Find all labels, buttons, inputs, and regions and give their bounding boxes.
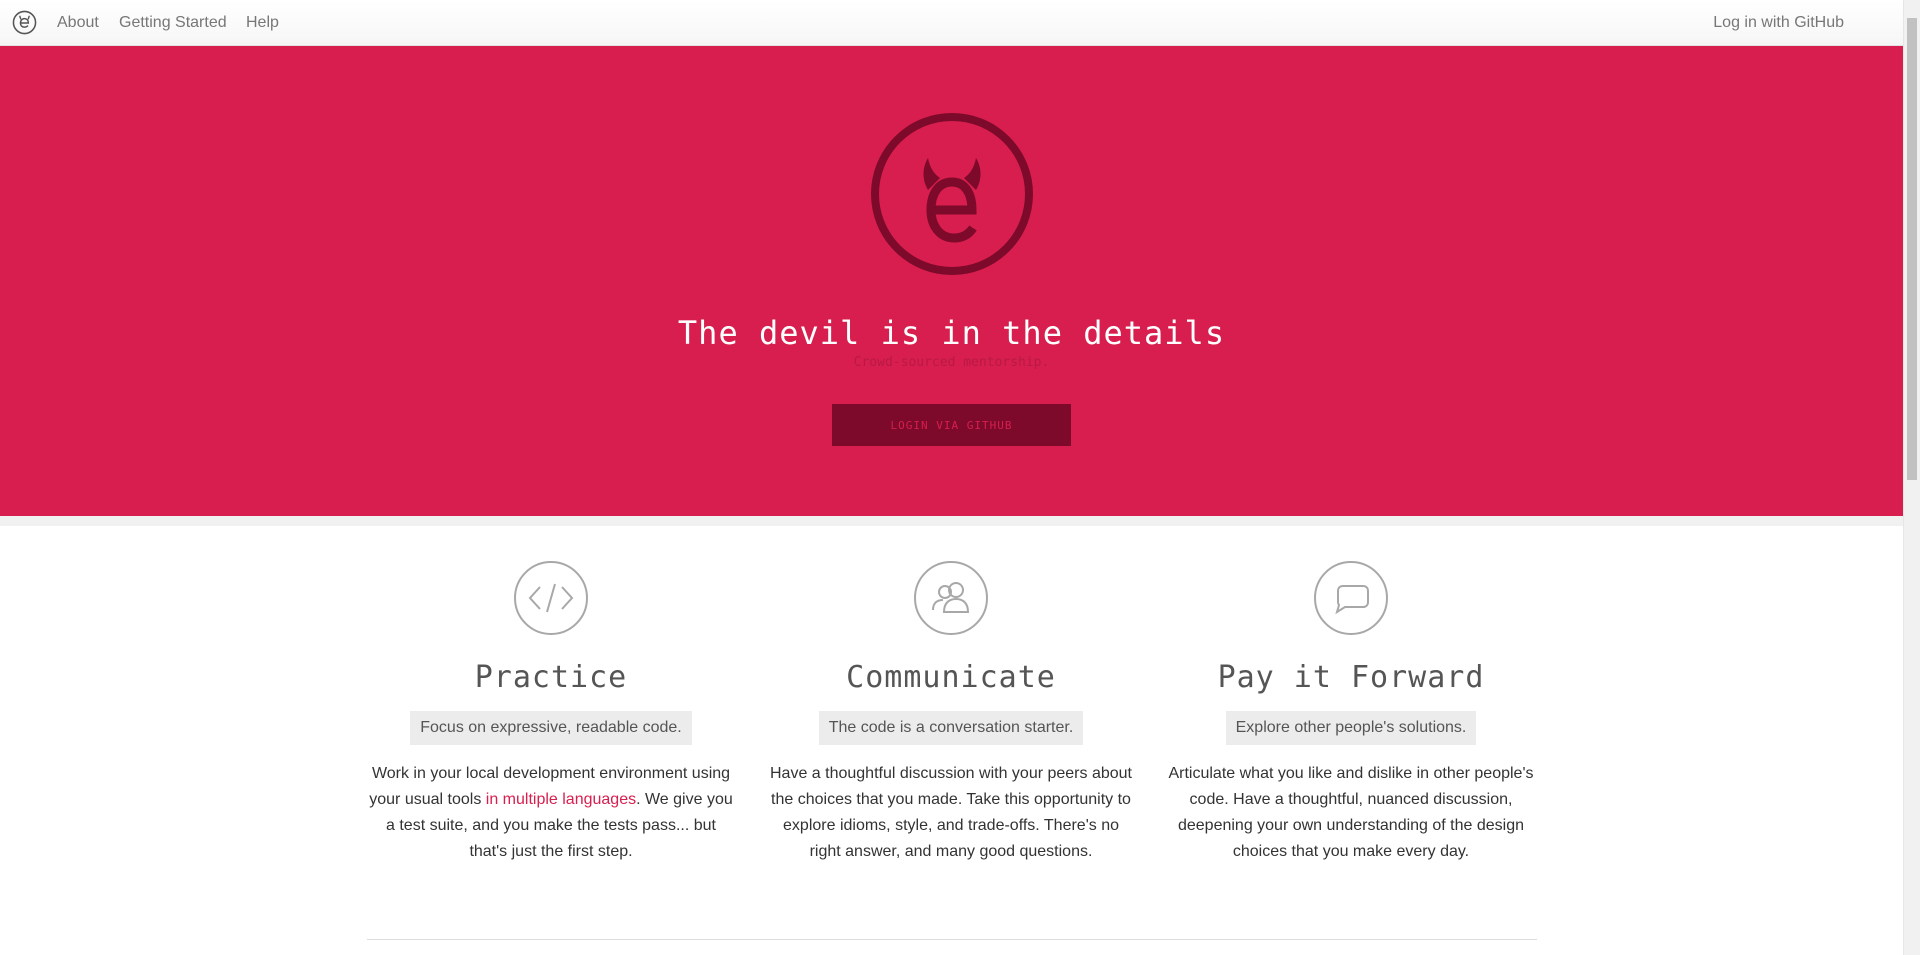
section-divider xyxy=(367,939,1537,940)
nav-getting-started-link[interactable]: Getting Started xyxy=(119,14,227,32)
feature-description: Have a thoughtful discussion with your p… xyxy=(770,765,1132,860)
feature-title: Communicate xyxy=(846,660,1056,695)
top-navbar: About Getting Started Help Log in with G… xyxy=(0,0,1903,46)
multiple-languages-link[interactable]: in multiple languages xyxy=(486,791,636,808)
hero-banner: The devil is in the details Crowd-source… xyxy=(0,46,1903,516)
hero-title: The devil is in the details xyxy=(677,314,1226,352)
feature-title: Practice xyxy=(474,660,628,695)
nav-login-github-link[interactable]: Log in with GitHub xyxy=(1713,14,1844,32)
feature-title: Pay it Forward xyxy=(1217,660,1485,695)
page-scrollbar[interactable] xyxy=(1903,0,1920,955)
people-icon xyxy=(914,561,988,635)
exercism-devil-logo-icon xyxy=(871,113,1033,275)
nav-about-link[interactable]: About xyxy=(57,14,99,32)
hero-divider xyxy=(0,516,1903,526)
feature-tagline: Explore other people's solutions. xyxy=(1225,711,1477,745)
feature-practice: Practice Focus on expressive, readable c… xyxy=(361,560,741,865)
feature-description: Articulate what you like and dislike in … xyxy=(1168,765,1534,860)
login-via-github-button[interactable]: LOGIN VIA GITHUB xyxy=(832,404,1071,446)
feature-tagline: Focus on expressive, readable code. xyxy=(410,711,692,745)
nav-help-link[interactable]: Help xyxy=(246,14,279,32)
feature-tagline: The code is a conversation starter. xyxy=(818,711,1084,745)
scrollbar-thumb[interactable] xyxy=(1907,18,1917,480)
hero-subtitle: Crowd-sourced mentorship. xyxy=(853,355,1050,370)
speech-bubble-icon xyxy=(1314,561,1388,635)
login-via-github-label: LOGIN VIA GITHUB xyxy=(890,418,1013,432)
exercism-logo-icon[interactable] xyxy=(12,10,37,35)
code-icon xyxy=(514,561,588,635)
feature-pay-it-forward: Pay it Forward Explore other people's so… xyxy=(1161,560,1541,865)
feature-communicate: Communicate The code is a conversation s… xyxy=(761,560,1141,865)
feature-description: Work in your local development environme… xyxy=(366,761,736,865)
